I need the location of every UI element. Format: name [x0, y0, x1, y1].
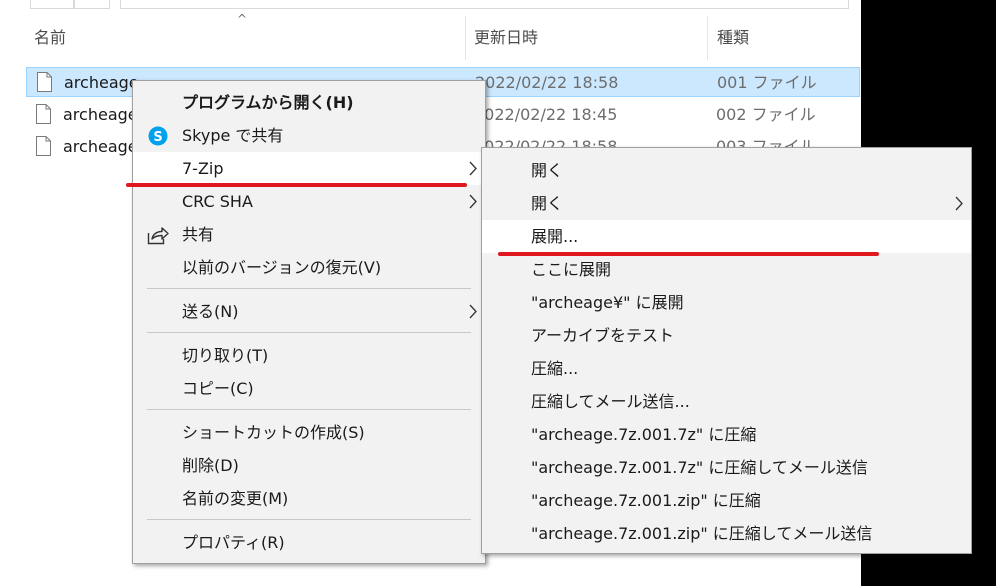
- chevron-right-icon: [469, 304, 477, 319]
- menu-item-create-shortcut[interactable]: ショートカットの作成(S): [133, 416, 485, 449]
- nav-button[interactable]: [74, 0, 110, 9]
- menu-separator: [147, 332, 471, 333]
- menu-item-label: プログラムから開く(H): [182, 93, 354, 112]
- menu-separator: [147, 409, 471, 410]
- menu-item-label: "archeage.7z.001.7z" に圧縮してメール送信: [531, 458, 868, 477]
- submenu-7zip: 開く 開く 展開... ここに展開 "archeage¥" に展開 アーカイブを…: [481, 147, 972, 554]
- menu-item-crc-sha[interactable]: CRC SHA: [133, 185, 485, 218]
- share-icon: [147, 227, 169, 245]
- menu-item-label: 展開...: [531, 227, 579, 246]
- menu-item-label: "archeage.7z.001.zip" に圧縮してメール送信: [531, 524, 873, 543]
- menu-item-label: ショートカットの作成(S): [182, 423, 365, 442]
- menu-item-label: Skype で共有: [182, 126, 284, 145]
- chevron-right-icon: [955, 196, 963, 211]
- menu-item-label: 開く: [531, 161, 564, 180]
- menu-item-label: 圧縮...: [531, 359, 579, 378]
- menu-item-send-to[interactable]: 送る(N): [133, 295, 485, 328]
- submenu-item-compress-7z-email[interactable]: "archeage.7z.001.7z" に圧縮してメール送信: [482, 451, 971, 484]
- menu-item-label: 以前のバージョンの復元(V): [182, 258, 382, 277]
- menu-item-label: 開く: [531, 194, 564, 213]
- submenu-item-compress-zip-email[interactable]: "archeage.7z.001.zip" に圧縮してメール送信: [482, 517, 971, 550]
- file-icon: [36, 104, 51, 124]
- menu-item-label: 圧縮してメール送信...: [531, 392, 690, 411]
- column-header-modified[interactable]: 更新日時: [474, 18, 538, 58]
- submenu-item-open-archive[interactable]: 開く: [482, 187, 971, 220]
- context-menu: プログラムから開く(H) S Skype で共有 7-Zip CRC SHA 共…: [132, 80, 486, 564]
- svg-text:S: S: [153, 130, 162, 145]
- column-header-name[interactable]: 名前: [34, 18, 66, 58]
- menu-item-label: アーカイブをテスト: [531, 326, 675, 345]
- menu-item-label: "archeage.7z.001.zip" に圧縮: [531, 491, 761, 510]
- annotation-underline: [126, 183, 467, 187]
- column-divider[interactable]: [707, 16, 708, 60]
- menu-item-label: 送る(N): [182, 302, 239, 321]
- menu-item-label: CRC SHA: [182, 192, 253, 211]
- menu-item-7zip[interactable]: 7-Zip: [133, 152, 485, 185]
- file-name: archeage: [63, 105, 138, 124]
- menu-item-label: "archeage.7z.001.7z" に圧縮: [531, 425, 757, 444]
- submenu-item-compress-7z[interactable]: "archeage.7z.001.7z" に圧縮: [482, 418, 971, 451]
- menu-item-label: プロパティ(R): [182, 533, 285, 552]
- submenu-item-compress[interactable]: 圧縮...: [482, 352, 971, 385]
- menu-item-cut[interactable]: 切り取り(T): [133, 339, 485, 372]
- chevron-right-icon: [469, 161, 477, 176]
- chevron-right-icon: [469, 194, 477, 209]
- menu-item-open-with[interactable]: プログラムから開く(H): [133, 86, 485, 119]
- menu-item-properties[interactable]: プロパティ(R): [133, 526, 485, 559]
- menu-item-label: "archeage¥" に展開: [531, 293, 684, 312]
- menu-item-skype-share[interactable]: S Skype で共有: [133, 119, 485, 152]
- submenu-item-test-archive[interactable]: アーカイブをテスト: [482, 319, 971, 352]
- menu-item-label: 名前の変更(M): [182, 489, 289, 508]
- file-type: 001 ファイル: [717, 73, 817, 92]
- menu-item-delete[interactable]: 削除(D): [133, 449, 485, 482]
- submenu-item-extract-here[interactable]: ここに展開: [482, 253, 971, 286]
- file-date: 2022/02/22 18:45: [474, 105, 618, 124]
- column-header-type[interactable]: 種類: [717, 18, 749, 58]
- sort-ascending-icon: ^: [237, 12, 248, 26]
- submenu-item-extract-files[interactable]: 展開...: [482, 220, 971, 253]
- menu-item-label: 切り取り(T): [182, 346, 269, 365]
- file-date: 2022/02/22 18:58: [475, 73, 619, 92]
- menu-item-restore-previous[interactable]: 以前のバージョンの復元(V): [133, 251, 485, 284]
- menu-separator: [147, 288, 471, 289]
- menu-item-label: ここに展開: [531, 260, 612, 279]
- menu-item-share[interactable]: 共有: [133, 218, 485, 251]
- menu-item-label: 削除(D): [182, 456, 239, 475]
- menu-item-label: コピー(C): [182, 379, 254, 398]
- file-type: 002 ファイル: [716, 105, 816, 124]
- menu-separator: [147, 519, 471, 520]
- menu-item-copy[interactable]: コピー(C): [133, 372, 485, 405]
- submenu-item-compress-email[interactable]: 圧縮してメール送信...: [482, 385, 971, 418]
- skype-icon: S: [148, 126, 168, 146]
- menu-item-rename[interactable]: 名前の変更(M): [133, 482, 485, 515]
- file-name: archeage: [64, 73, 139, 92]
- menu-item-label: 共有: [182, 225, 215, 244]
- file-icon: [36, 136, 51, 156]
- menu-item-label: 7-Zip: [182, 159, 224, 178]
- address-bar[interactable]: [120, 0, 849, 9]
- file-name: archeage: [63, 137, 138, 156]
- nav-button[interactable]: [30, 0, 74, 9]
- submenu-item-extract-to-folder[interactable]: "archeage¥" に展開: [482, 286, 971, 319]
- submenu-item-open[interactable]: 開く: [482, 154, 971, 187]
- file-icon: [37, 72, 52, 92]
- column-divider[interactable]: [465, 16, 466, 60]
- submenu-item-compress-zip[interactable]: "archeage.7z.001.zip" に圧縮: [482, 484, 971, 517]
- annotation-underline: [498, 252, 879, 256]
